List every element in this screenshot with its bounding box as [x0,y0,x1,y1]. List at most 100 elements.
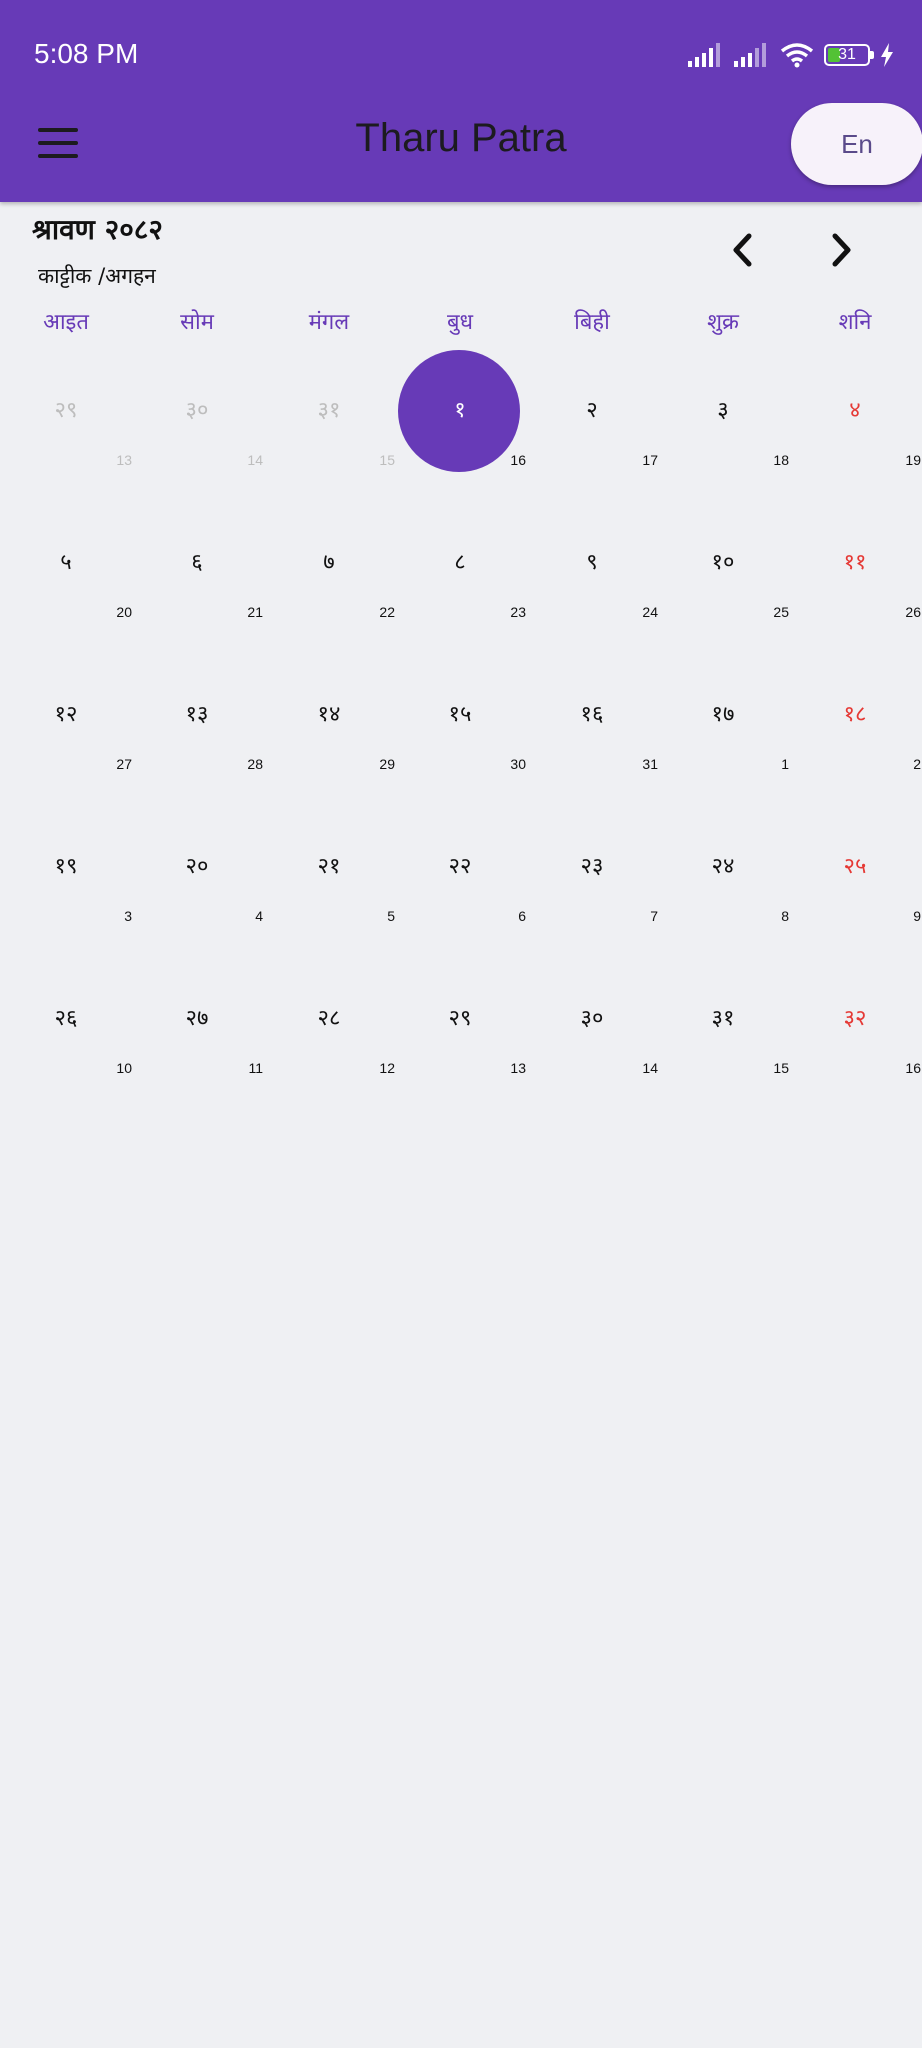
calendar-day[interactable]: २९ 13 [394,948,526,1100]
language-button[interactable]: En [791,103,922,185]
wifi-icon [780,43,814,68]
gregorian-date: 16 [510,452,526,468]
weekday-label: मंगल [308,310,350,335]
gregorian-date: 23 [510,604,526,620]
weekday-label: सोम [180,310,214,335]
nepali-date: १५ [448,702,472,727]
gregorian-date: 11 [248,1060,263,1076]
gregorian-date: 26 [905,604,921,620]
weekday-label: शुक्र [707,310,739,335]
signal-icon [688,43,720,67]
nepali-date: २५ [843,854,867,879]
weekday-label: बिही [574,310,610,335]
calendar-day[interactable]: १८ 2 [789,644,921,796]
nepali-date: ३० [580,1006,604,1031]
calendar-day[interactable]: २९ 13 [0,340,132,492]
weekday-label: शनि [838,310,872,335]
calendar-day[interactable]: ३० 14 [526,948,658,1100]
gregorian-date: 28 [247,756,263,772]
nepali-date: २४ [711,854,735,879]
gregorian-date: 29 [379,756,395,772]
gregorian-date: 14 [247,452,263,468]
calendar-day[interactable]: ८ 23 [394,492,526,644]
calendar-day[interactable]: ३२ 16 [789,948,921,1100]
nepali-date: १३ [185,702,209,727]
calendar-day[interactable]: १६ 31 [526,644,658,796]
calendar-day[interactable]: ७ 22 [263,492,395,644]
calendar-day[interactable]: १९ 3 [0,796,132,948]
nepali-date: १९ [54,854,78,879]
nepali-date: ४ [849,398,861,423]
gregorian-date: 5 [387,908,395,924]
nepali-date: १२ [54,702,78,727]
calendar-day[interactable]: १४ 29 [263,644,395,796]
signal-icon [734,43,766,67]
gregorian-date: 10 [116,1060,132,1076]
gregorian-date: 27 [116,756,132,772]
nepali-date: १ [454,398,466,423]
calendar-day[interactable]: ३० 14 [131,340,263,492]
gregorian-date: 2 [913,756,921,772]
calendar-day[interactable]: १२ 27 [0,644,132,796]
calendar-day[interactable]: २५ 9 [789,796,921,948]
month-title: श्रावण २०८२ [32,213,163,246]
gregorian-date: 20 [116,604,132,620]
calendar-day[interactable]: २३ 7 [526,796,658,948]
nepali-date: २२ [448,854,472,879]
nepali-date: २७ [185,1006,209,1031]
gregorian-date: 13 [116,452,132,468]
gregorian-date: 24 [642,604,658,620]
gregorian-date: 1 [781,756,789,772]
nepali-date: ८ [454,550,466,575]
nepali-date: ३० [185,398,209,423]
nepali-date: ५ [60,550,72,575]
calendar-day[interactable]: ११ 26 [789,492,921,644]
calendar-day[interactable]: ५ 20 [0,492,132,644]
gregorian-date: 15 [379,452,395,468]
calendar-day[interactable]: २२ 6 [394,796,526,948]
calendar-day[interactable]: ३ 18 [657,340,789,492]
calendar-day[interactable]: २४ 8 [657,796,789,948]
calendar-day[interactable]: १५ 30 [394,644,526,796]
calendar-day[interactable]: १७ 1 [657,644,789,796]
nepali-date: ३१ [317,398,341,423]
nepali-date: १० [711,550,735,575]
nepali-date: २८ [317,1006,341,1031]
nepali-date: ३ [717,398,729,423]
calendar-day[interactable]: २१ 5 [263,796,395,948]
calendar-day[interactable]: ६ 21 [131,492,263,644]
calendar-day[interactable]: २ 17 [526,340,658,492]
gregorian-date: 13 [510,1060,526,1076]
calendar-day[interactable]: ४ 19 [789,340,921,492]
next-month-button[interactable] [820,222,864,278]
calendar-day[interactable]: २६ 10 [0,948,132,1100]
app-bar: 5:08 PM 31 Tharu Patra En [0,0,922,202]
previous-month-button[interactable] [720,222,764,278]
nepali-date: २१ [317,854,341,879]
nepali-date: २० [185,854,209,879]
nepali-date: १७ [711,702,735,727]
nepali-date: १४ [317,702,341,727]
nepali-date: २९ [448,1006,472,1031]
nepali-date: ११ [843,550,867,575]
nepali-date: ९ [586,550,598,575]
chevron-left-icon [733,233,752,267]
chevron-right-icon [832,233,851,267]
nepali-date: ३१ [711,1006,735,1031]
nepali-date: १८ [843,702,867,727]
calendar-day[interactable]: १३ 28 [131,644,263,796]
calendar-day[interactable]: ३१ 15 [263,340,395,492]
gregorian-date: 12 [379,1060,395,1076]
calendar-day[interactable]: २७ 11 [131,948,263,1100]
gregorian-date: 16 [905,1060,921,1076]
nepali-date: २९ [54,398,78,423]
calendar-day[interactable]: ३१ 15 [657,948,789,1100]
charging-icon [881,43,893,67]
calendar-day[interactable]: २० 4 [131,796,263,948]
calendar-day[interactable]: २८ 12 [263,948,395,1100]
month-subtitle: काट्टीक /अगहन [38,264,156,288]
calendar-day[interactable]: १० 25 [657,492,789,644]
calendar-day-selected[interactable]: १ 16 [394,340,526,492]
calendar-day[interactable]: ९ 24 [526,492,658,644]
nepali-date: २ [586,398,598,423]
